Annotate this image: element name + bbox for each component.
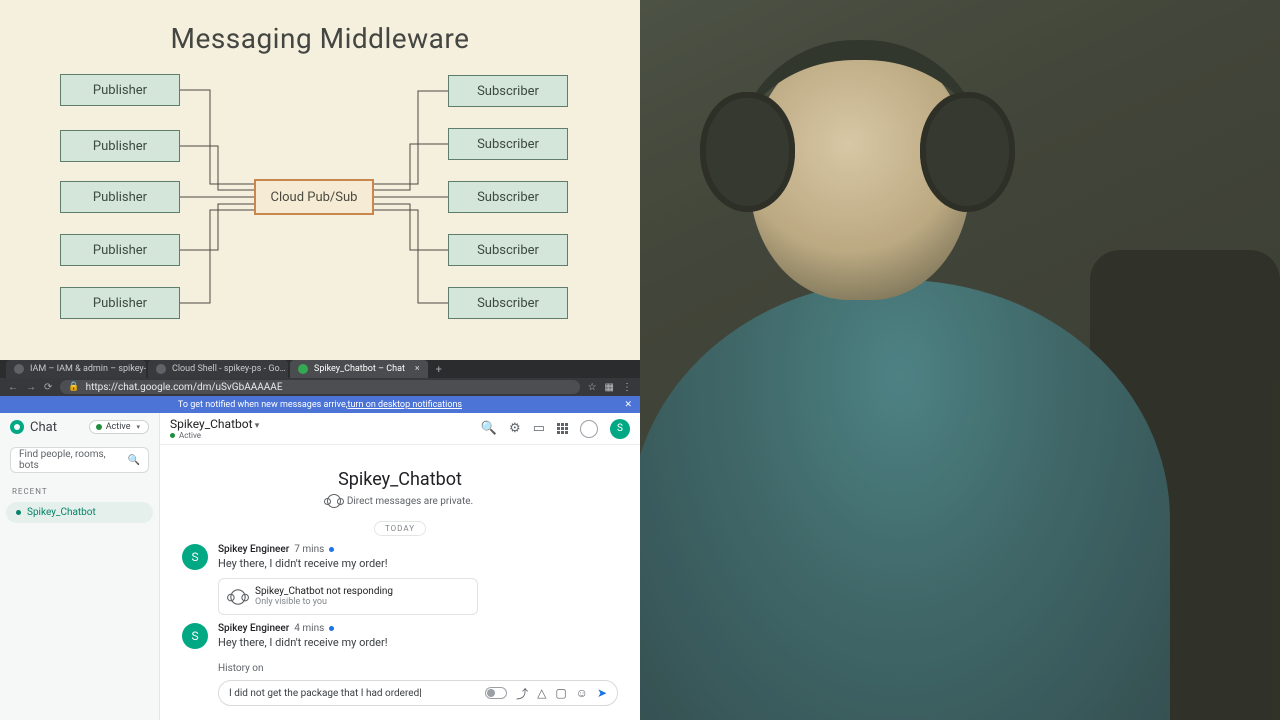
forward-icon[interactable]: → <box>26 382 36 393</box>
message-author: Spikey Engineer <box>218 623 289 634</box>
formatting-toggle[interactable] <box>485 687 507 699</box>
app-logo[interactable]: Chat <box>10 420 57 435</box>
publisher-box: Publisher <box>60 181 180 213</box>
subscriber-box: Subscriber <box>448 128 568 160</box>
bot-icon <box>230 589 245 604</box>
close-icon[interactable]: × <box>415 364 420 374</box>
chat-icon <box>10 420 24 434</box>
tab-label: IAM – IAM & admin – spikey-p… <box>30 364 146 374</box>
tab-chat[interactable]: Spikey_Chatbot – Chat × <box>290 360 428 378</box>
publisher-box: Publisher <box>60 287 180 319</box>
favicon-icon <box>156 364 166 374</box>
message-text: Hey there, I didn't receive my order! <box>218 557 388 570</box>
tab-label: Spikey_Chatbot – Chat <box>314 364 405 374</box>
meet-icon[interactable]: ▢ <box>555 686 566 700</box>
chat-bubble-icon[interactable]: ▭ <box>533 421 545 436</box>
back-icon[interactable]: ← <box>8 382 18 393</box>
unread-dot-icon <box>329 626 334 631</box>
status-label: Active <box>106 422 131 432</box>
publisher-box: Publisher <box>60 130 180 162</box>
message-author: Spikey Engineer <box>218 544 289 555</box>
sidebar: Chat Active Find people, rooms, bots 🔍 R… <box>0 413 160 720</box>
avatar: S <box>182 544 208 570</box>
star-icon[interactable]: ☆ <box>588 382 597 393</box>
favicon-icon <box>14 364 24 374</box>
diagram-panel: Messaging Middleware Publisher Publisher… <box>0 0 640 360</box>
address-bar: ← → ⟳ 🔒 https://chat.google.com/dm/uSvGb… <box>0 378 640 396</box>
tab-cloud-shell[interactable]: Cloud Shell - spikey-ps - Go… × <box>148 360 288 378</box>
new-tab-button[interactable]: + <box>430 360 448 378</box>
close-icon[interactable]: ✕ <box>624 400 632 410</box>
subscriber-box: Subscriber <box>448 234 568 266</box>
system-title: Spikey_Chatbot not responding <box>255 586 393 597</box>
lock-icon: 🔒 <box>68 382 79 392</box>
sidebar-item-label: Spikey_Chatbot <box>27 507 96 518</box>
system-card: Spikey_Chatbot not responding Only visib… <box>218 578 478 615</box>
help-icon[interactable] <box>580 420 598 438</box>
search-placeholder: Find people, rooms, bots <box>19 449 128 471</box>
search-input[interactable]: Find people, rooms, bots 🔍 <box>10 447 149 473</box>
room-subtitle: Direct messages are private. <box>327 494 473 508</box>
presence-pill[interactable]: Active <box>89 420 149 434</box>
drive-icon[interactable]: △ <box>537 686 546 700</box>
emoji-icon[interactable]: ☺ <box>576 686 588 700</box>
tab-iam[interactable]: IAM – IAM & admin – spikey-p… × <box>6 360 146 378</box>
publisher-box: Publisher <box>60 234 180 266</box>
subscriber-box: Subscriber <box>448 181 568 213</box>
send-icon[interactable]: ➤ <box>597 686 607 700</box>
notification-link[interactable]: turn on desktop notifications <box>348 400 463 410</box>
reload-icon[interactable]: ⟳ <box>44 382 52 393</box>
conversation-header: Spikey_Chatbot Active 🔍 ⚙ ▭ S <box>160 413 640 445</box>
section-label: RECENT <box>0 483 159 500</box>
history-indicator: History on <box>218 663 618 674</box>
app-name: Chat <box>30 420 57 435</box>
omnibox[interactable]: 🔒 https://chat.google.com/dm/uSvGbAAAAAE <box>60 380 579 394</box>
search-icon: 🔍 <box>128 455 140 466</box>
notification-bar: To get notified when new messages arrive… <box>0 396 640 413</box>
diagram-title: Messaging Middleware <box>0 22 640 55</box>
message-text: Hey there, I didn't receive my order! <box>218 636 388 649</box>
subscriber-box: Subscriber <box>448 287 568 319</box>
system-sub: Only visible to you <box>255 597 393 607</box>
page-title: Spikey_Chatbot <box>182 469 618 490</box>
tab-label: Cloud Shell - spikey-ps - Go… <box>172 364 286 374</box>
publisher-box: Publisher <box>60 74 180 106</box>
favicon-icon <box>298 364 308 374</box>
search-icon[interactable]: 🔍 <box>481 421 497 436</box>
message-time: 4 mins <box>294 623 324 634</box>
unread-dot-icon <box>329 547 334 552</box>
presenter-photo <box>640 0 1280 720</box>
message-row: S Spikey Engineer 7 mins Hey there, I di… <box>182 544 618 570</box>
overflow-icon[interactable]: ⋮ <box>622 382 632 393</box>
bot-icon <box>327 494 341 508</box>
tab-strip: IAM – IAM & admin – spikey-p… × Cloud Sh… <box>0 360 640 378</box>
room-status: Active <box>170 431 259 440</box>
text-cursor: | <box>419 688 421 699</box>
chat-app: Chat Active Find people, rooms, bots 🔍 R… <box>0 413 640 720</box>
message-row: S Spikey Engineer 4 mins Hey there, I di… <box>182 623 618 649</box>
url-text: https://chat.google.com/dm/uSvGbAAAAAE <box>86 382 283 393</box>
message-time: 7 mins <box>294 544 324 555</box>
day-separator: TODAY <box>374 521 426 536</box>
gear-icon[interactable]: ⚙ <box>509 421 521 436</box>
composer-value: I did not get the package that I had ord… <box>229 688 419 699</box>
composer[interactable]: I did not get the package that I had ord… <box>218 680 618 706</box>
browser-window: IAM – IAM & admin – spikey-p… × Cloud Sh… <box>0 360 640 720</box>
room-name[interactable]: Spikey_Chatbot <box>170 417 259 431</box>
conversation-pane: Spikey_Chatbot Active 🔍 ⚙ ▭ S <box>160 413 640 720</box>
upload-icon[interactable]: ⤴ <box>516 685 528 702</box>
pubsub-box: Cloud Pub/Sub <box>254 179 374 215</box>
avatar-button[interactable]: S <box>610 419 630 439</box>
avatar: S <box>182 623 208 649</box>
subscriber-box: Subscriber <box>448 75 568 107</box>
apps-icon[interactable] <box>557 423 568 434</box>
sidebar-item-spikey[interactable]: Spikey_Chatbot <box>6 502 153 523</box>
notification-text: To get notified when new messages arrive… <box>178 400 348 410</box>
extension-icon[interactable]: ▦ <box>605 382 614 393</box>
